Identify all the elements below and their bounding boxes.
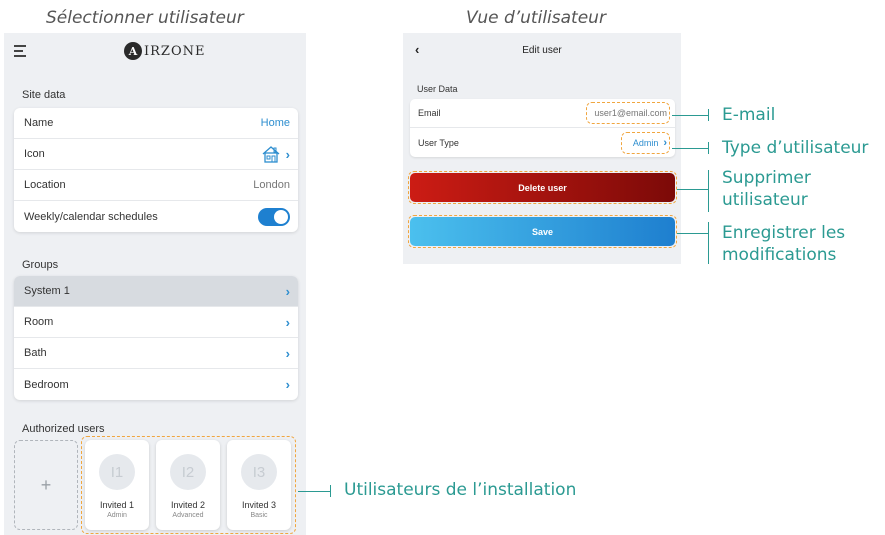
user-data-label: User Data bbox=[417, 84, 458, 94]
schedules-row: Weekly/calendar schedules bbox=[14, 201, 298, 232]
group-item-system-1[interactable]: System 1 › bbox=[14, 276, 298, 307]
callout-user-type: Type d’utilisateur bbox=[722, 138, 869, 158]
schedules-label: Weekly/calendar schedules bbox=[24, 210, 158, 223]
callout-delete-line1: Supprimer bbox=[722, 168, 811, 188]
callout-tick-email bbox=[708, 109, 709, 121]
callout-tick-user-type bbox=[708, 142, 709, 154]
group-item-label: Bedroom bbox=[24, 378, 69, 391]
callout-line-delete bbox=[677, 189, 708, 190]
user-name: Invited 3 bbox=[241, 500, 277, 510]
email-row: Email user1@email.com bbox=[410, 99, 675, 128]
user-role: Advanced bbox=[172, 512, 204, 519]
email-value[interactable]: user1@email.com bbox=[594, 108, 667, 118]
logo-text: IRZONE bbox=[144, 43, 206, 59]
user-type-label: User Type bbox=[418, 137, 459, 148]
plus-icon: + bbox=[40, 474, 52, 495]
group-item-bedroom[interactable]: Bedroom › bbox=[14, 369, 298, 400]
chevron-right-icon: › bbox=[285, 345, 290, 361]
user-role: Basic bbox=[250, 512, 268, 519]
caption-select-user: Sélectionner utilisateur bbox=[46, 8, 244, 28]
logo-initial: A bbox=[124, 42, 142, 60]
user-data-card: Email user1@email.com User Type Admin › bbox=[410, 99, 675, 157]
email-label: Email bbox=[418, 108, 441, 118]
callout-save: Enregistrer les modifications bbox=[722, 222, 845, 266]
user-type-value[interactable]: Admin › bbox=[633, 137, 667, 149]
page-title: Edit user bbox=[522, 45, 562, 56]
callout-line-user-type bbox=[672, 148, 708, 149]
groups-label: Groups bbox=[22, 259, 59, 271]
site-icon-value: › bbox=[261, 144, 290, 164]
site-location-row[interactable]: Location London bbox=[14, 170, 298, 201]
user-tile-invited-1[interactable]: I1 Invited 1 Admin bbox=[85, 440, 149, 530]
user-name: Invited 2 bbox=[170, 500, 206, 510]
group-item-bath[interactable]: Bath › bbox=[14, 338, 298, 369]
callout-tick-save bbox=[708, 222, 709, 264]
callout-delete: Supprimer utilisateur bbox=[722, 167, 811, 211]
user-type-text: Admin bbox=[632, 137, 659, 148]
delete-user-button[interactable]: Delete user bbox=[410, 173, 675, 202]
top-bar: A IRZONE bbox=[4, 33, 306, 71]
group-item-label: System 1 bbox=[24, 285, 70, 297]
site-name-value: Home bbox=[260, 117, 290, 129]
site-name-row[interactable]: Name Home bbox=[14, 108, 298, 139]
chevron-right-icon: › bbox=[285, 146, 290, 162]
site-data-label: Site data bbox=[22, 89, 66, 101]
avatar: I2 bbox=[170, 454, 206, 490]
select-user-screen: A IRZONE Site data Name Home Icon › Loca… bbox=[4, 33, 306, 535]
user-type-row[interactable]: User Type Admin › bbox=[410, 128, 675, 157]
user-tile-invited-2[interactable]: I2 Invited 2 Advanced bbox=[156, 440, 220, 530]
callout-line-users bbox=[298, 491, 330, 492]
chevron-right-icon: › bbox=[285, 283, 290, 299]
site-location-value: London bbox=[253, 179, 290, 191]
add-user-button[interactable]: + bbox=[14, 440, 78, 530]
callout-delete-line2: utilisateur bbox=[722, 190, 808, 210]
avatar: I1 bbox=[99, 454, 135, 490]
airzone-logo: A IRZONE bbox=[124, 42, 205, 60]
house-icon bbox=[262, 146, 280, 163]
avatar: I3 bbox=[241, 454, 277, 490]
group-item-label: Room bbox=[24, 316, 54, 328]
callout-line-save bbox=[677, 233, 708, 234]
site-name-label: Name bbox=[24, 117, 54, 129]
user-role: Admin bbox=[107, 512, 127, 519]
site-location-label: Location bbox=[24, 179, 66, 191]
group-item-label: Bath bbox=[24, 347, 47, 359]
user-tile-invited-3[interactable]: I3 Invited 3 Basic bbox=[227, 440, 291, 530]
callout-users: Utilisateurs de l’installation bbox=[344, 480, 577, 500]
user-name: Invited 1 bbox=[99, 500, 135, 510]
schedules-toggle[interactable] bbox=[258, 207, 290, 226]
site-data-card: Name Home Icon › Location London Weekly/… bbox=[14, 108, 298, 232]
callout-line-email bbox=[672, 115, 708, 116]
callout-tick-delete bbox=[708, 170, 709, 212]
callout-email: E-mail bbox=[722, 105, 776, 125]
callout-save-line2: modifications bbox=[722, 245, 837, 265]
authorized-users-label: Authorized users bbox=[22, 423, 105, 435]
chevron-right-icon: › bbox=[663, 136, 667, 149]
hamburger-menu-icon[interactable] bbox=[14, 45, 28, 57]
chevron-right-icon: › bbox=[285, 377, 290, 392]
save-button[interactable]: Save bbox=[410, 217, 675, 246]
group-item-room[interactable]: Room › bbox=[14, 307, 298, 338]
site-icon-row[interactable]: Icon › bbox=[14, 139, 298, 170]
caption-user-view: Vue d’utilisateur bbox=[466, 8, 606, 28]
site-icon-label: Icon bbox=[24, 148, 45, 160]
callout-tick-users bbox=[330, 485, 331, 497]
groups-card: System 1 › Room › Bath › Bedroom › bbox=[14, 276, 298, 400]
edit-user-screen: ‹ Edit user User Data Email user1@email.… bbox=[403, 33, 681, 264]
callout-save-line1: Enregistrer les bbox=[722, 223, 846, 243]
chevron-right-icon: › bbox=[285, 314, 290, 330]
